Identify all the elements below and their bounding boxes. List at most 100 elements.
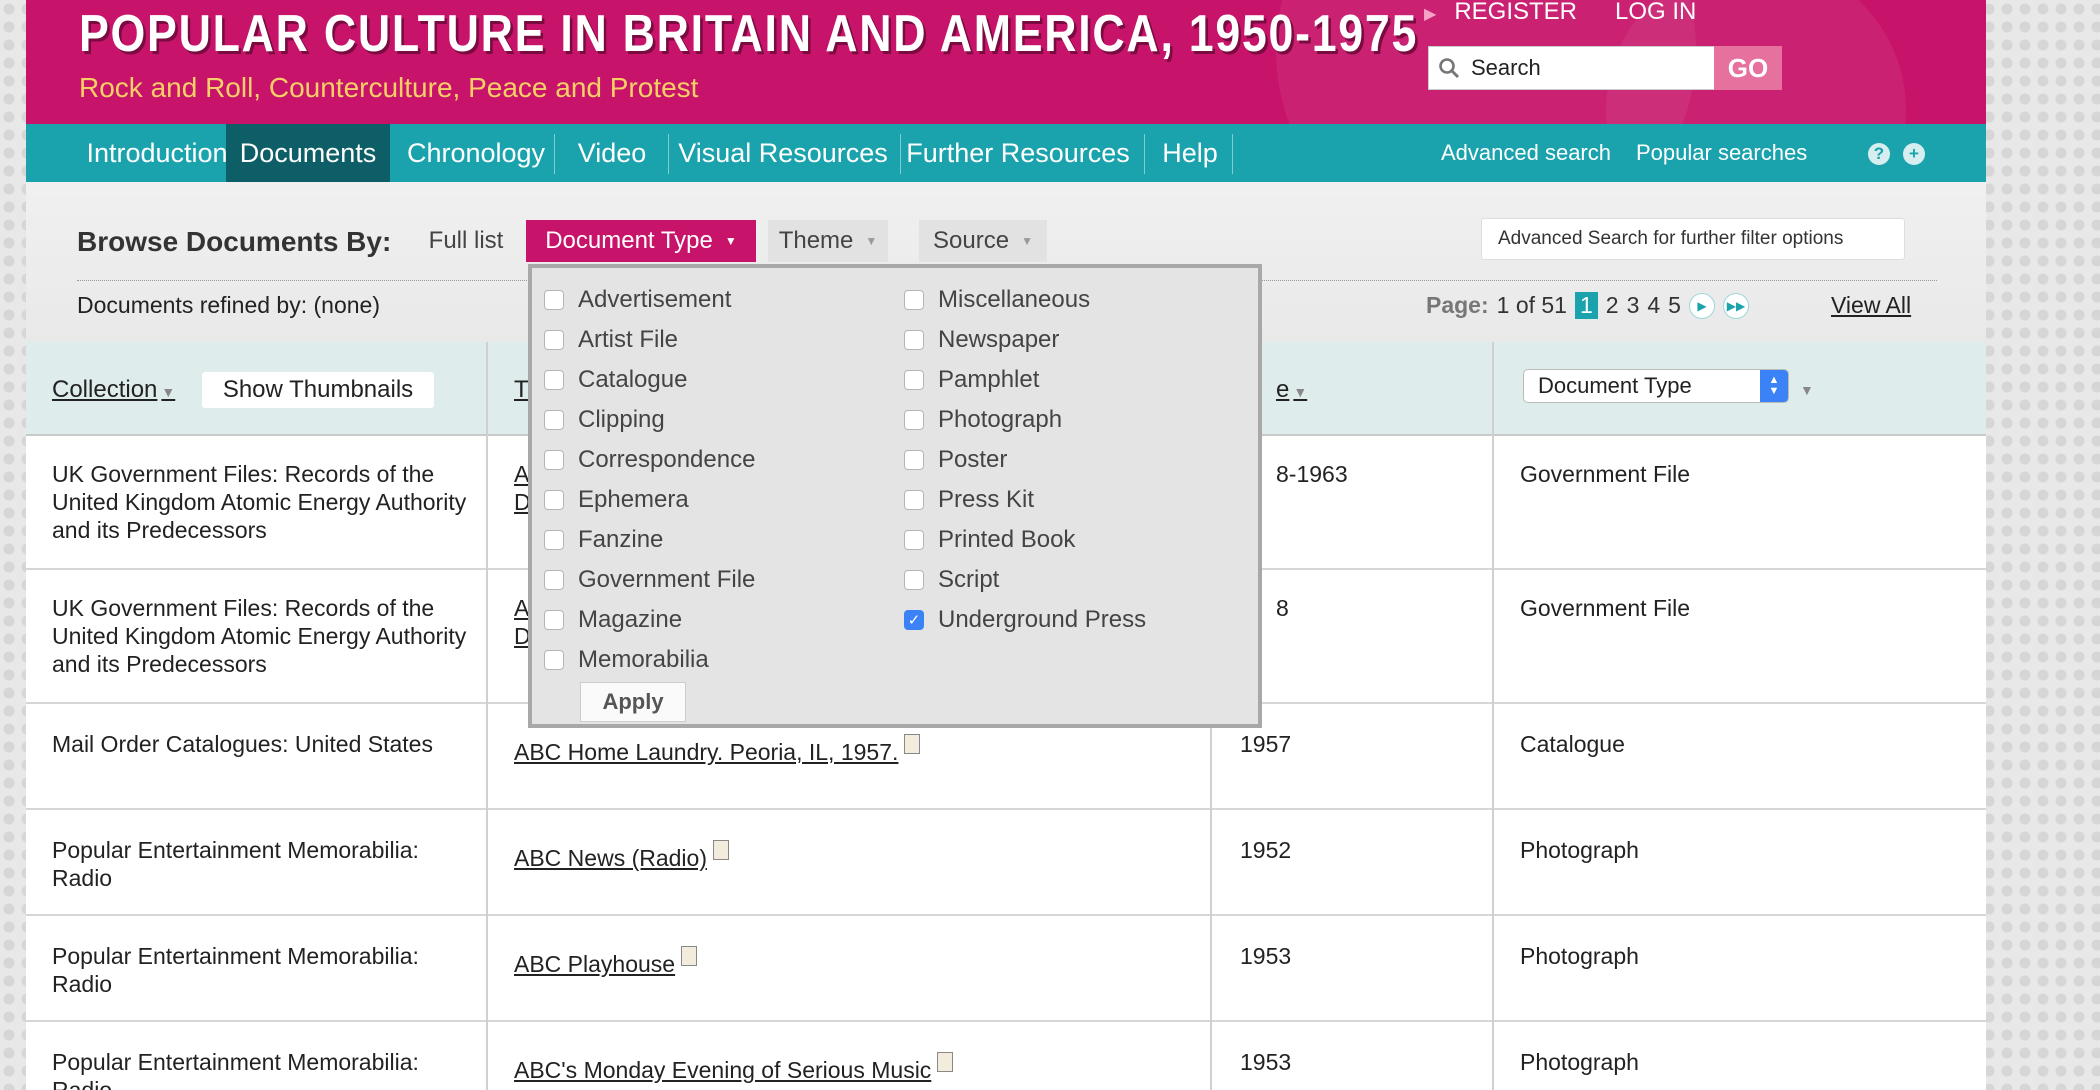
option-newspaper[interactable]: Newspaper	[904, 326, 1059, 354]
search-input[interactable]	[1469, 54, 1703, 82]
document-icon[interactable]	[904, 734, 921, 754]
caret-down-icon: ▼	[865, 234, 878, 248]
tab-full-list[interactable]: Full list	[416, 220, 516, 262]
option-correspondence[interactable]: Correspondence	[544, 446, 755, 474]
main-nav: Introduction Documents Chronology Video …	[26, 124, 1986, 182]
nav-chronology[interactable]: Chronology	[406, 124, 546, 182]
apply-button[interactable]: Apply	[580, 682, 686, 722]
checkbox[interactable]	[904, 410, 924, 430]
checkbox[interactable]	[544, 530, 564, 550]
checkbox[interactable]	[904, 290, 924, 310]
option-clipping[interactable]: Clipping	[544, 406, 665, 434]
option-magazine[interactable]: Magazine	[544, 606, 682, 634]
date-cell: 1953	[1240, 1049, 1292, 1075]
document-icon[interactable]	[937, 1052, 954, 1072]
checkbox[interactable]	[904, 330, 924, 350]
type-cell: Government File	[1520, 461, 1691, 487]
option-advertisement[interactable]: Advertisement	[544, 286, 731, 314]
option-photograph[interactable]: Photograph	[904, 406, 1062, 434]
nav-video[interactable]: Video	[562, 124, 662, 182]
document-title-link[interactable]: ABC News (Radio)	[514, 845, 707, 871]
page-5[interactable]: 5	[1668, 292, 1681, 319]
option-press-kit[interactable]: Press Kit	[904, 486, 1034, 514]
sort-down-icon: ▼	[1293, 384, 1308, 400]
option-label: Ephemera	[578, 486, 689, 513]
site-title[interactable]: POPULAR CULTURE IN BRITAIN AND AMERICA, …	[79, 4, 1418, 64]
checkbox[interactable]	[544, 330, 564, 350]
last-page-icon[interactable]: ▶▶	[1722, 292, 1749, 319]
checkbox[interactable]	[544, 410, 564, 430]
view-all-link[interactable]: View All	[1831, 292, 1911, 319]
site-subtitle: Rock and Roll, Counterculture, Peace and…	[79, 72, 699, 103]
date-cell: 8-1963	[1276, 461, 1348, 487]
tab-source[interactable]: Source ▼	[919, 220, 1047, 262]
nav-further-resources[interactable]: Further Resources	[906, 124, 1130, 182]
checkbox[interactable]	[544, 450, 564, 470]
document-type-select-value: Document Type	[1538, 373, 1692, 398]
option-ephemera[interactable]: Ephemera	[544, 486, 689, 514]
login-link[interactable]: LOG IN	[1615, 0, 1696, 26]
show-thumbnails-button[interactable]: Show Thumbnails	[202, 372, 434, 408]
document-title-link[interactable]: ABC Playhouse	[514, 951, 675, 977]
option-label: Miscellaneous	[938, 286, 1091, 313]
checkbox[interactable]	[544, 650, 564, 670]
document-title-link[interactable]: ABC's Monday Evening of Serious Music	[514, 1057, 931, 1083]
option-underground-press[interactable]: ✓ Underground Press	[904, 606, 1146, 634]
collection-cell: UK Government Files: Records of the Unit…	[52, 461, 467, 543]
option-catalogue[interactable]: Catalogue	[544, 366, 687, 394]
checkbox[interactable]	[904, 530, 924, 550]
option-memorabilia[interactable]: Memorabilia	[544, 646, 709, 674]
option-label: Printed Book	[938, 526, 1076, 553]
checkbox[interactable]	[904, 490, 924, 510]
checkbox[interactable]	[544, 570, 564, 590]
nav-introduction[interactable]: Introduction	[72, 124, 242, 182]
caret-down-icon: ▼	[1021, 234, 1033, 248]
nav-documents[interactable]: Documents	[226, 124, 390, 182]
document-type-select[interactable]: Document Type ▲ ▼	[1523, 369, 1789, 403]
checkbox-checked[interactable]: ✓	[904, 610, 924, 630]
tab-document-type[interactable]: Document Type ▼	[526, 220, 756, 262]
option-label: Government File	[578, 566, 756, 593]
help-icon[interactable]: ?	[1868, 143, 1890, 165]
document-icon[interactable]	[713, 840, 729, 860]
page-4[interactable]: 4	[1647, 292, 1660, 319]
checkbox[interactable]	[904, 450, 924, 470]
plus-icon[interactable]: +	[1903, 143, 1925, 165]
option-label: Catalogue	[578, 366, 688, 393]
date-sort-header[interactable]: e ▼	[1276, 376, 1307, 404]
checkbox[interactable]	[544, 610, 564, 630]
advanced-search-link[interactable]: Advanced search	[1441, 124, 1611, 182]
nav-help[interactable]: Help	[1150, 124, 1230, 182]
option-miscellaneous[interactable]: Miscellaneous	[904, 286, 1090, 314]
document-title-link[interactable]: ABC Home Laundry. Peoria, IL, 1957.	[514, 739, 898, 765]
page-3[interactable]: 3	[1627, 292, 1640, 319]
collection-sort-header[interactable]: Collection ▼	[52, 376, 175, 404]
page-1[interactable]: 1	[1574, 292, 1598, 319]
checkbox[interactable]	[544, 490, 564, 510]
tab-theme[interactable]: Theme ▼	[768, 220, 888, 262]
title-sort-header[interactable]: T	[514, 376, 529, 404]
option-script[interactable]: Script	[904, 566, 999, 594]
checkbox[interactable]	[544, 290, 564, 310]
option-government-file[interactable]: Government File	[544, 566, 755, 594]
auth-links: ▶ REGISTER LOG IN	[1424, 0, 1696, 26]
option-poster[interactable]: Poster	[904, 446, 1007, 474]
option-printed-book[interactable]: Printed Book	[904, 526, 1075, 554]
option-pamphlet[interactable]: Pamphlet	[904, 366, 1039, 394]
advanced-filter-button[interactable]: Advanced Search for further filter optio…	[1481, 218, 1905, 260]
checkbox[interactable]	[904, 570, 924, 590]
nav-visual-resources[interactable]: Visual Resources	[674, 124, 892, 182]
table-row: Popular Entertainment Memorabilia: Radio…	[26, 1022, 1986, 1090]
document-icon[interactable]	[681, 946, 698, 966]
option-fanzine[interactable]: Fanzine	[544, 526, 663, 554]
next-page-icon[interactable]: ▶	[1688, 292, 1715, 319]
go-button[interactable]: GO	[1714, 46, 1782, 90]
checkbox[interactable]	[904, 370, 924, 390]
option-artist-file[interactable]: Artist File	[544, 326, 678, 354]
checkbox[interactable]	[544, 370, 564, 390]
register-link[interactable]: ▶ REGISTER	[1424, 0, 1577, 26]
type-sort-icon[interactable]: ▼	[1796, 374, 1814, 402]
page-2[interactable]: 2	[1606, 292, 1619, 319]
popular-searches-link[interactable]: Popular searches	[1636, 124, 1807, 182]
page-position: 1 of 51	[1496, 292, 1567, 318]
